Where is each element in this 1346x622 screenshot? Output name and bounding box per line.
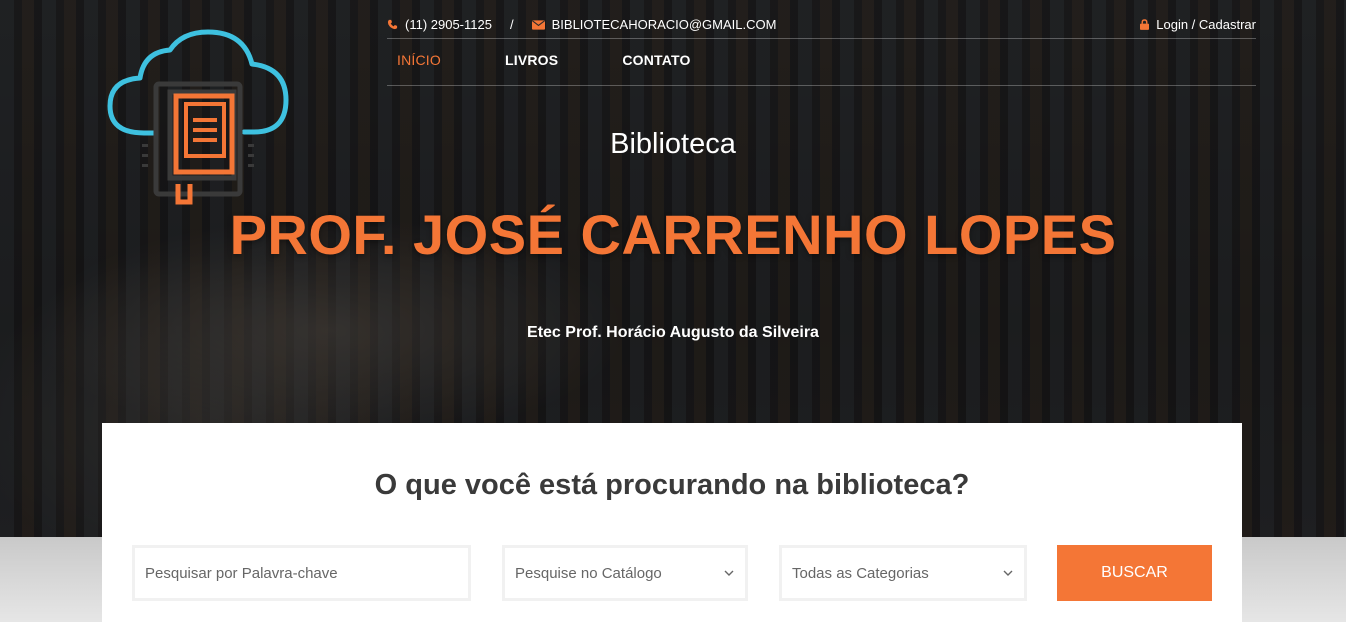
category-selected-value: Todas as Categorias bbox=[792, 564, 929, 582]
main-nav: INÍCIO LIVROS CONTATO bbox=[397, 52, 755, 68]
chevron-down-icon bbox=[1003, 570, 1013, 576]
login-link[interactable]: Login / Cadastrar bbox=[1140, 17, 1256, 32]
keyword-placeholder: Pesquisar por Palavra-chave bbox=[145, 564, 338, 582]
keyword-search-input[interactable]: Pesquisar por Palavra-chave bbox=[132, 545, 471, 601]
phone-icon bbox=[387, 19, 398, 29]
cloud-book-logo[interactable] bbox=[104, 28, 294, 208]
nav-divider bbox=[387, 85, 1256, 86]
catalog-select[interactable]: Pesquise no Catálogo bbox=[502, 545, 748, 601]
hero-subtitle: Etec Prof. Horácio Augusto da Silveira bbox=[527, 324, 819, 341]
topbar-separator: / bbox=[509, 16, 514, 32]
login-label: Login / Cadastrar bbox=[1156, 16, 1256, 32]
nav-contato[interactable]: CONTATO bbox=[622, 52, 690, 68]
chevron-down-icon bbox=[724, 570, 734, 576]
top-contact-bar: (11) 2905-1125 / BIBLIOTECAHORACIO@GMAIL… bbox=[387, 10, 1256, 38]
email-address: BIBLIOTECAHORACIO@GMAIL.COM bbox=[551, 16, 777, 32]
search-button[interactable]: BUSCAR bbox=[1057, 545, 1212, 601]
envelope-icon bbox=[531, 19, 545, 30]
phone-contact[interactable]: (11) 2905-1125 bbox=[387, 17, 492, 32]
lock-icon bbox=[1140, 18, 1150, 30]
hero-banner: (11) 2905-1125 / BIBLIOTECAHORACIO@GMAIL… bbox=[0, 0, 1346, 537]
phone-number: (11) 2905-1125 bbox=[405, 16, 492, 32]
hero-kicker: Biblioteca bbox=[610, 128, 736, 160]
top-divider bbox=[387, 38, 1256, 39]
catalog-selected-value: Pesquise no Catálogo bbox=[515, 564, 662, 582]
nav-inicio[interactable]: INÍCIO bbox=[397, 52, 441, 68]
hero-title: PROF. JOSÉ CARRENHO LOPES bbox=[229, 203, 1117, 266]
nav-livros[interactable]: LIVROS bbox=[505, 52, 558, 68]
category-select[interactable]: Todas as Categorias bbox=[779, 545, 1027, 601]
email-contact[interactable]: BIBLIOTECAHORACIO@GMAIL.COM bbox=[531, 16, 777, 32]
